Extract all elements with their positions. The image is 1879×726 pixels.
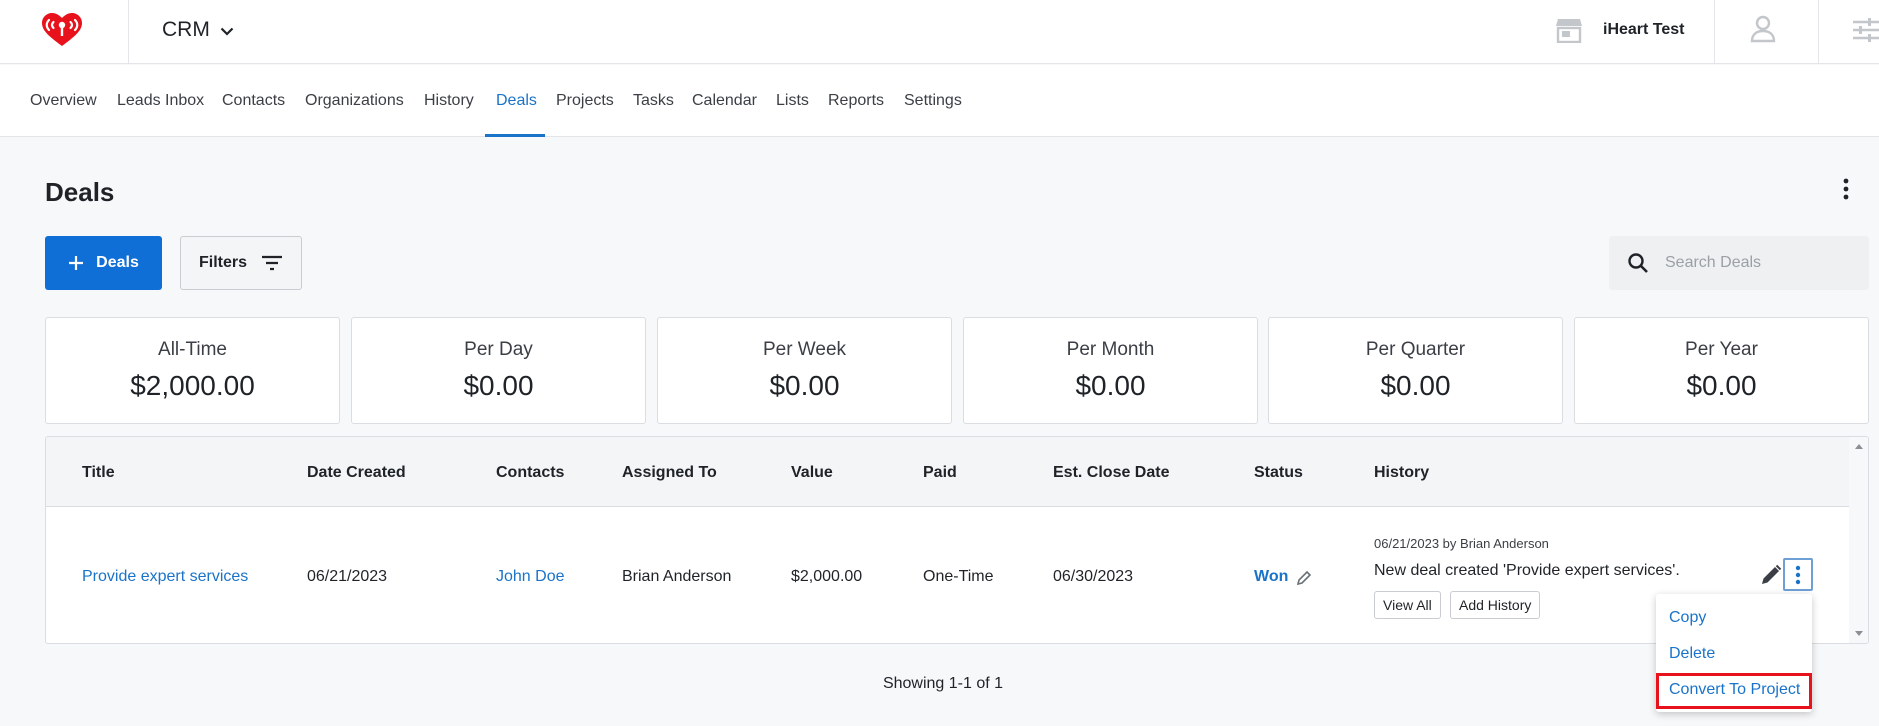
nav-contacts[interactable]: Contacts bbox=[222, 92, 285, 110]
stat-card-per-year: Per Year $0.00 bbox=[1574, 317, 1869, 424]
table-header: Title Date Created Contacts Assigned To … bbox=[46, 437, 1849, 507]
search-input[interactable] bbox=[1665, 254, 1845, 272]
history-meta: 06/21/2023 by Brian Anderson bbox=[1374, 536, 1549, 551]
stat-label: All-Time bbox=[158, 339, 227, 360]
column-header[interactable]: Title bbox=[82, 464, 115, 482]
app-name: CRM bbox=[162, 18, 210, 41]
more-options-icon[interactable] bbox=[1843, 178, 1849, 200]
contact-link[interactable]: John Doe bbox=[496, 568, 565, 586]
sliders-icon[interactable] bbox=[1853, 17, 1879, 43]
assigned-to: Brian Anderson bbox=[622, 568, 732, 585]
status-badge[interactable]: Won bbox=[1254, 568, 1288, 586]
menu-item-copy[interactable]: Copy bbox=[1669, 609, 1706, 627]
column-header[interactable]: History bbox=[1374, 464, 1429, 482]
account-name[interactable]: iHeart Test bbox=[1603, 21, 1685, 39]
nav-deals[interactable]: Deals bbox=[496, 92, 537, 110]
iheart-logo-icon[interactable] bbox=[40, 12, 84, 48]
stat-label: Per Month bbox=[1066, 339, 1155, 360]
main-nav: Overview Leads Inbox Contacts Organizati… bbox=[0, 65, 1879, 137]
stat-card-per-quarter: Per Quarter $0.00 bbox=[1268, 317, 1563, 424]
nav-lists[interactable]: Lists bbox=[776, 92, 809, 110]
chevron-down-icon bbox=[220, 27, 234, 36]
edit-deal-icon[interactable] bbox=[1760, 564, 1782, 586]
date-created: 06/21/2023 bbox=[307, 568, 388, 585]
stat-card-per-week: Per Week $0.00 bbox=[657, 317, 952, 424]
column-header[interactable]: Status bbox=[1254, 464, 1303, 482]
app-switcher[interactable]: CRM bbox=[162, 18, 234, 42]
active-tab-indicator bbox=[485, 134, 545, 137]
nav-projects[interactable]: Projects bbox=[556, 92, 614, 110]
stat-label: Per Week bbox=[762, 339, 847, 360]
plus-icon bbox=[69, 256, 84, 270]
row-actions-menu: Copy Delete Convert To Project bbox=[1656, 594, 1812, 712]
filters-button[interactable]: Filters bbox=[180, 236, 302, 290]
search-icon bbox=[1628, 253, 1648, 273]
nav-leads-inbox[interactable]: Leads Inbox bbox=[117, 92, 204, 110]
scroll-down-icon[interactable] bbox=[1854, 630, 1864, 638]
stat-value: $0.00 bbox=[463, 370, 534, 401]
top-bar: CRM iHeart Test bbox=[0, 0, 1879, 64]
column-header[interactable]: Value bbox=[791, 464, 833, 482]
filter-icon bbox=[262, 255, 282, 271]
stat-value: $0.00 bbox=[1075, 370, 1146, 401]
stat-card-per-day: Per Day $0.00 bbox=[351, 317, 646, 424]
add-deal-button[interactable]: Deals bbox=[45, 236, 162, 290]
header-divider bbox=[128, 0, 129, 64]
add-history-button[interactable]: Add History bbox=[1450, 591, 1541, 619]
header-divider bbox=[1714, 0, 1715, 64]
stat-value: $0.00 bbox=[769, 370, 840, 401]
nav-tasks[interactable]: Tasks bbox=[633, 92, 674, 110]
column-header[interactable]: Date Created bbox=[307, 464, 406, 482]
pagination-summary: Showing 1-1 of 1 bbox=[882, 675, 1004, 692]
stat-label: Per Quarter bbox=[1365, 339, 1466, 360]
nav-organizations[interactable]: Organizations bbox=[305, 92, 404, 110]
column-header[interactable]: Assigned To bbox=[622, 464, 717, 482]
deal-title-link[interactable]: Provide expert services bbox=[82, 568, 248, 586]
stat-label: Per Year bbox=[1685, 339, 1758, 360]
stat-value: $0.00 bbox=[1686, 370, 1757, 401]
scroll-up-icon[interactable] bbox=[1854, 442, 1864, 450]
nav-calendar[interactable]: Calendar bbox=[692, 92, 757, 110]
filters-label: Filters bbox=[198, 254, 247, 271]
nav-overview[interactable]: Overview bbox=[30, 92, 97, 110]
nav-settings[interactable]: Settings bbox=[904, 92, 962, 110]
nav-reports[interactable]: Reports bbox=[828, 92, 884, 110]
store-icon bbox=[1556, 19, 1582, 43]
page-title: Deals bbox=[45, 177, 115, 207]
column-header[interactable]: Contacts bbox=[496, 464, 564, 482]
stat-value: $0.00 bbox=[1380, 370, 1451, 401]
row-actions-button[interactable] bbox=[1783, 558, 1813, 591]
stat-card-all-time: All-Time $2,000.00 bbox=[45, 317, 340, 424]
header-divider bbox=[1818, 0, 1819, 64]
table-scrollbar[interactable] bbox=[1849, 437, 1868, 643]
search-box bbox=[1609, 236, 1869, 290]
deals-table: Title Date Created Contacts Assigned To … bbox=[45, 436, 1869, 644]
stat-value: $2,000.00 bbox=[130, 370, 255, 401]
user-icon[interactable] bbox=[1750, 15, 1776, 43]
history-text: New deal created 'Provide expert service… bbox=[1374, 562, 1680, 579]
view-all-history-button[interactable]: View All bbox=[1374, 591, 1441, 619]
nav-history[interactable]: History bbox=[424, 92, 474, 110]
column-header[interactable]: Est. Close Date bbox=[1053, 464, 1169, 482]
menu-item-delete[interactable]: Delete bbox=[1669, 645, 1715, 663]
paid-type: One-Time bbox=[923, 568, 994, 585]
stat-card-per-month: Per Month $0.00 bbox=[963, 317, 1258, 424]
deal-value: $2,000.00 bbox=[791, 568, 863, 585]
more-vertical-icon bbox=[1795, 565, 1801, 584]
edit-status-icon[interactable] bbox=[1296, 570, 1312, 586]
stat-label: Per Day bbox=[464, 339, 533, 360]
add-deal-label: Deals bbox=[96, 254, 139, 271]
column-header[interactable]: Paid bbox=[923, 464, 957, 482]
est-close-date: 06/30/2023 bbox=[1053, 568, 1134, 585]
